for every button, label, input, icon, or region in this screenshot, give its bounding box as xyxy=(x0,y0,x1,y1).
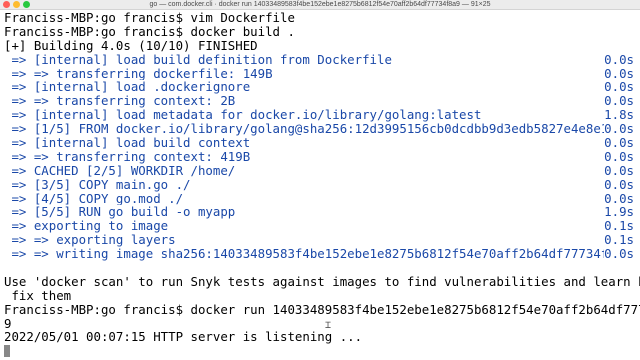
build-step-time: 0.0s xyxy=(604,79,634,95)
cursor-line xyxy=(4,344,634,358)
build-step: => [5/5] RUN go build -o myapp 1.9s xyxy=(4,205,634,219)
terminal-line: fix them xyxy=(4,287,72,303)
build-step: => [3/5] COPY main.go ./ 0.0s xyxy=(4,176,634,192)
build-step-time: 0.1s xyxy=(604,218,634,234)
build-step-time: 0.0s xyxy=(604,93,634,109)
build-step-text: => [4/5] COPY go.mod ./ xyxy=(4,191,184,206)
build-step: => => transferring context: 2B 0.0s xyxy=(4,94,634,108)
terminal-line: 9 xyxy=(4,315,12,331)
build-step: => [4/5] COPY go.mod ./ 0.0s xyxy=(4,190,634,206)
terminal-line: Franciss-MBP:go francis$ vim Dockerfile xyxy=(4,10,295,25)
terminal-window: go — com.docker.cli · docker run 1403348… xyxy=(0,0,640,360)
build-step-text: => [5/5] RUN go build -o myapp xyxy=(4,205,236,220)
build-step-text: => [1/5] FROM docker.io/library/golang@s… xyxy=(4,122,605,137)
build-step-text: => [internal] load .dockerignore xyxy=(4,80,251,95)
text-cursor xyxy=(4,345,10,358)
build-step: => CACHED [2/5] WORKDIR /home/0.0s xyxy=(4,162,634,178)
build-step: => [internal] load build definition from… xyxy=(4,51,634,67)
build-step: => => writing image sha256:14033489583f4… xyxy=(4,247,634,261)
build-step-time: 0.1s xyxy=(604,232,634,248)
build-step-time: 0.0s xyxy=(604,162,634,178)
build-step-time: 0.0s xyxy=(604,176,634,192)
build-step-text: => [3/5] COPY main.go ./ xyxy=(4,177,191,192)
build-step-time: 0.0s xyxy=(604,246,634,262)
build-step-text: => [internal] load build definition from… xyxy=(4,52,392,67)
terminal-output[interactable]: Franciss-MBP:go francis$ vim Dockerfile … xyxy=(4,10,640,358)
title-bar: go — com.docker.cli · docker run 1403348… xyxy=(0,0,640,10)
terminal-line: Franciss-MBP:go francis$ docker run 1403… xyxy=(4,301,640,317)
build-step-text: => [internal] load metadata for docker.i… xyxy=(4,108,482,123)
scrollbar[interactable] xyxy=(635,12,639,342)
build-step-text: => => writing image sha256:14033489583f4… xyxy=(4,247,605,262)
build-step: => exporting to image 0.1s xyxy=(4,219,634,233)
build-step-time: 1.9s xyxy=(604,204,634,220)
terminal-line: [+] Building 4.0s (10/10) FINISHED xyxy=(4,37,258,53)
ibeam-cursor-icon: ⌶ xyxy=(325,320,332,331)
build-step-time: 1.8s xyxy=(604,107,634,123)
terminal-line: 2022/05/01 00:07:15 HTTP server is liste… xyxy=(4,329,363,345)
build-step: => [internal] load build context 0.0s xyxy=(4,136,634,150)
build-step-text: => => transferring dockerfile: 149B xyxy=(4,66,273,81)
build-step-time: 0.0s xyxy=(604,190,634,206)
terminal-line: Use 'docker scan' to run Snyk tests agai… xyxy=(4,273,640,289)
build-step: => => transferring context: 419B 0.0s xyxy=(4,150,634,164)
build-step-text: => => transferring context: 2B xyxy=(4,94,236,109)
build-step-time: 0.0s xyxy=(604,135,634,151)
build-step-time: 0.0s xyxy=(604,148,634,164)
build-step-text: => [internal] load build context xyxy=(4,136,251,150)
build-step-time: 0.0s xyxy=(604,121,634,137)
terminal-line: Franciss-MBP:go francis$ docker build . xyxy=(4,23,295,39)
build-step: => [internal] load .dockerignore 0.0s xyxy=(4,80,634,94)
build-step: => [internal] load metadata for docker.i… xyxy=(4,108,634,122)
build-step-time: 0.0s xyxy=(604,51,634,67)
build-step-time: 0.0s xyxy=(604,65,634,81)
build-step-text: => exporting to image xyxy=(4,219,169,234)
build-step: => [1/5] FROM docker.io/library/golang@s… xyxy=(4,122,634,136)
build-step-text: => CACHED [2/5] WORKDIR /home/ xyxy=(4,163,236,178)
build-step: => => transferring dockerfile: 149B 0.0s xyxy=(4,65,634,81)
window-title: go — com.docker.cli · docker run 1403348… xyxy=(149,1,491,8)
build-step-text: => => transferring context: 419B xyxy=(4,149,251,164)
build-step-text: => => exporting layers xyxy=(4,233,176,248)
build-step: => => exporting layers 0.1s xyxy=(4,233,634,247)
